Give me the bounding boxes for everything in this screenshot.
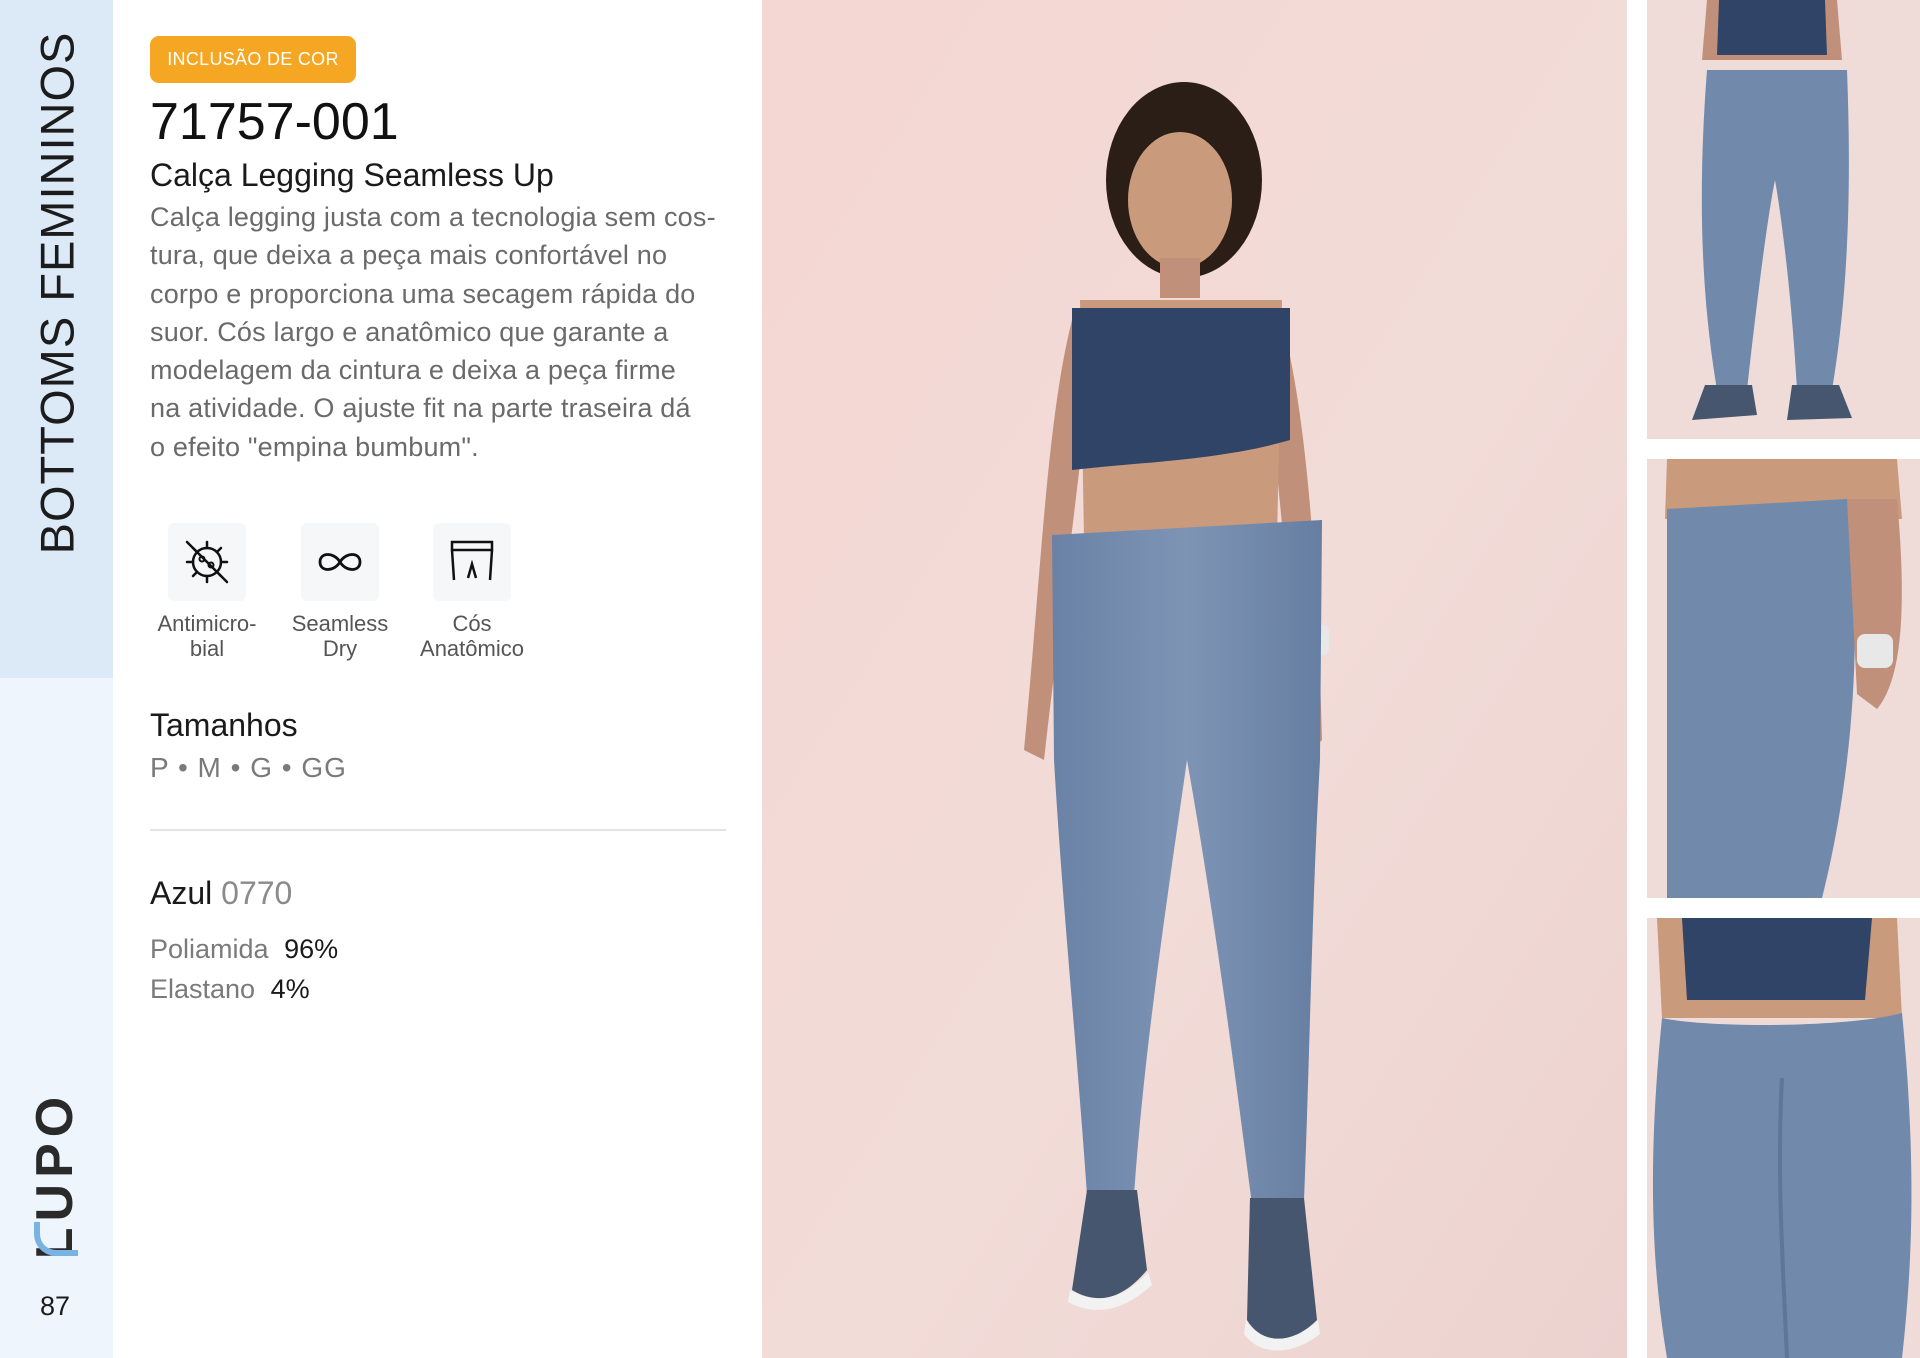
sizes-title: Tamanhos <box>150 707 298 743</box>
color-code: 0770 <box>221 875 293 911</box>
feature-label: Anatômico <box>420 636 524 661</box>
product-code: 71757-001 <box>150 93 399 151</box>
description-line: tura, que deixa a peça mais confortável … <box>150 240 668 271</box>
composition-percent: 4% <box>270 974 310 1004</box>
sizes-values: P • M • G • GG <box>150 752 347 783</box>
description-line: o efeito "empina bumbum". <box>150 431 479 462</box>
infinity-icon <box>301 523 379 601</box>
composition-percent: 96% <box>284 934 339 964</box>
feature-seamless-dry: Seamless Dry <box>275 523 405 661</box>
color-inclusion-badge: INCLUSÃO DE COR <box>150 36 356 83</box>
main-product-photo <box>762 0 1627 1358</box>
color-name: Azul <box>150 875 213 911</box>
rear-detail-photo <box>1647 918 1920 1358</box>
composition-material: Elastano <box>150 974 256 1004</box>
side-view-photo <box>1647 459 1920 898</box>
description-line: corpo e proporciona uma secagem rápida d… <box>150 278 696 309</box>
description-line: na atividade. O ajuste fit na parte tras… <box>150 393 691 424</box>
page-number: 87 <box>40 1291 71 1321</box>
feature-label: Cós <box>452 611 492 636</box>
divider <box>150 829 726 831</box>
composition-row: Poliamida 96% <box>150 934 338 965</box>
feature-waistband: Cós Anatômico <box>407 523 537 661</box>
feature-antimicrobial: Antimicro- bial <box>142 523 272 661</box>
feature-label: Seamless <box>291 611 389 636</box>
feature-label: Dry <box>322 636 358 661</box>
description-line: modelagem da cintura e deixa a peça firm… <box>150 355 676 386</box>
feature-label: bial <box>189 636 225 661</box>
product-name: Calça Legging Seamless Up <box>150 157 554 193</box>
color-variant: Azul 0770 <box>150 875 292 912</box>
antimicrobial-icon <box>168 523 246 601</box>
composition-material: Poliamida <box>150 934 269 964</box>
back-view-photo <box>1647 0 1920 439</box>
composition-row: Elastano 4% <box>150 974 310 1005</box>
category-title: BOTTOMS FEMININOS <box>30 31 84 555</box>
description-line: Calça legging justa com a tecnologia sem… <box>150 202 716 232</box>
description-line: suor. Cós largo e anatômico que garante … <box>150 316 669 347</box>
waistband-icon <box>433 523 511 601</box>
product-description: Calça legging justa com a tecnologia sem… <box>150 198 735 466</box>
feature-label: Antimicro- <box>157 611 257 636</box>
